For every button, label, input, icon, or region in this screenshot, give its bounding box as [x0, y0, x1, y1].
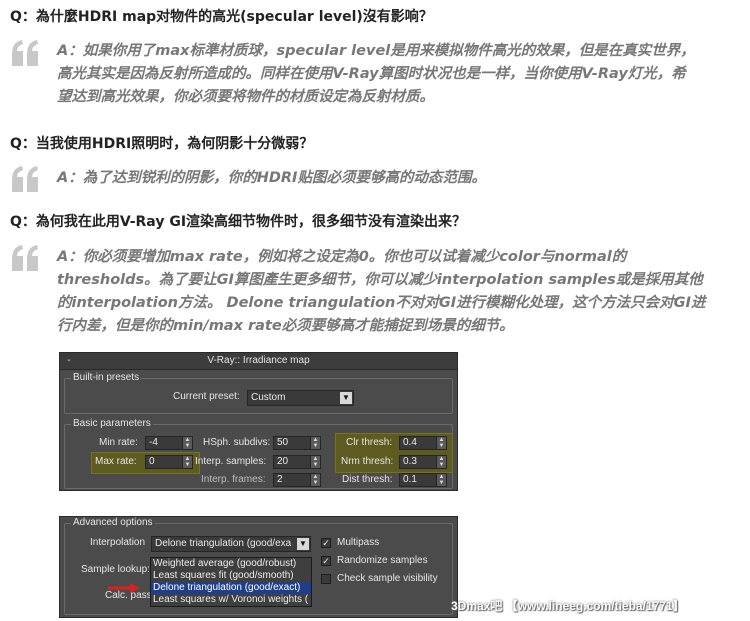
min-rate-spinner[interactable]: -4 ▲ ▼ — [145, 436, 193, 450]
basic-parameters-group: Basic parameters Min rate: -4 ▲ ▼ Max rat… — [64, 418, 453, 489]
hsph-subdivs-value: 50 — [277, 437, 289, 448]
red-arrow-icon — [108, 583, 140, 593]
question-2: Q：当我使用HDRI照明时，為何阴影十分微弱？ — [10, 136, 314, 152]
interpolation-label: Interpolation — [90, 537, 146, 548]
current-preset-label: Current preset: — [173, 391, 240, 402]
question-3: Q：為何我在此用V-Ray GI渲染高细节物件时，很多细节没有渲染出来？ — [10, 214, 467, 230]
interpolation-select[interactable]: Delone triangulation (good/exa ▼ — [151, 536, 311, 552]
dist-thresh-label: Dist thresh: — [342, 474, 393, 485]
check-visibility-label: Check sample visibility — [337, 573, 438, 584]
group-title: Advanced options — [71, 517, 155, 528]
interp-samples-label: Interp. samples: — [195, 456, 267, 467]
spinner-arrows-icon[interactable]: ▲ ▼ — [436, 474, 446, 486]
interp-samples-spinner[interactable]: 20 ▲ ▼ — [273, 455, 321, 469]
spinner-arrows-icon[interactable]: ▲ ▼ — [436, 456, 446, 468]
interpolation-dropdown-list: Weighted average (good/robust) Least squ… — [150, 557, 312, 607]
question-1: Q：為什麼HDRI map对物件的高光(specular level)沒有影响？ — [10, 9, 433, 25]
answer-1: A：如果你用了max标準材质球，specular level是用来模拟物件高光的… — [57, 40, 741, 109]
dropdown-option[interactable]: Weighted average (good/robust) — [151, 558, 311, 570]
hsph-subdivs-spinner[interactable]: 50 ▲ ▼ — [273, 436, 321, 450]
group-title: Basic parameters — [71, 418, 153, 429]
clr-thresh-spinner[interactable]: 0.4 ▲ ▼ — [399, 436, 447, 450]
answer-line: 行内差，但是你的min/max rate必须要够高才能捕捉到场景的细节。 — [57, 318, 514, 334]
interp-frames-spinner[interactable]: 2 ▲ ▼ — [273, 473, 321, 487]
spinner-arrows-icon[interactable]: ▲ ▼ — [182, 456, 192, 468]
check-visibility-checkbox[interactable] — [321, 574, 331, 584]
answer-line: 高光其实是因為反射所造成的。同样在使用V-Ray算图时状况也是一样，当你使用V-… — [57, 66, 686, 82]
dist-thresh-spinner[interactable]: 0.1 ▲ ▼ — [399, 473, 447, 487]
nrm-thresh-label: Nrm thresh: — [341, 456, 394, 467]
dropdown-option[interactable]: Least squares w/ Voronoi weights ( — [151, 594, 311, 606]
randomize-samples-checkbox[interactable]: ✓ — [321, 556, 331, 566]
nrm-thresh-spinner[interactable]: 0.3 ▲ ▼ — [399, 455, 447, 469]
chevron-down-icon[interactable]: ▼ — [297, 538, 309, 550]
group-title: Built-in presets — [71, 372, 142, 383]
spinner-arrows-icon[interactable]: ▲ ▼ — [436, 437, 446, 449]
answer-line: thresholds。為了要让GI算图產生更多细节，你可以减少interpola… — [57, 272, 703, 288]
watermark: 3Dmax吧 【www.lineeg.com/tieba/1771】 — [451, 599, 685, 613]
dropdown-option-selected[interactable]: Delone triangulation (good/exact) — [151, 582, 311, 594]
max-rate-value: 0 — [149, 456, 155, 467]
interp-frames-value: 2 — [277, 474, 283, 485]
clr-thresh-label: Clr thresh: — [346, 437, 393, 448]
answer-line: 望达到高光效果，你必须要将物件的材质设定為反射材质。 — [57, 89, 434, 105]
nrm-thresh-value: 0.3 — [403, 456, 417, 467]
quote-icon — [12, 40, 38, 66]
answer-line: A：你必须要增加max rate，例如将之设定為0。你也可以试着减少color与… — [57, 249, 627, 265]
max-rate-spinner[interactable]: 0 ▲ ▼ — [145, 455, 193, 469]
spinner-arrows-icon[interactable]: ▲ ▼ — [310, 456, 320, 468]
hsph-subdivs-label: HSph. subdivs: — [203, 437, 271, 448]
interp-frames-label: Interp. frames: — [201, 474, 266, 485]
answer-2: A：為了达到锐利的阴影，你的HDRI贴图必须要够高的动态范围。 — [57, 167, 741, 190]
multipass-label: Multipass — [337, 537, 380, 548]
panel-title: V-Ray:: Irradiance map — [207, 355, 310, 366]
min-rate-value: -4 — [149, 437, 158, 448]
interpolation-value: Delone triangulation (good/exa — [155, 538, 292, 549]
clr-thresh-value: 0.4 — [403, 437, 417, 448]
answer-line: 的interpolation方法。 Delone triangulation不对… — [57, 295, 706, 311]
current-preset-value: Custom — [251, 392, 286, 403]
builtin-presets-group: Built-in presets Current preset: Custom … — [64, 372, 453, 414]
quote-icon — [12, 245, 38, 271]
spinner-arrows-icon[interactable]: ▲ ▼ — [310, 474, 320, 486]
spinner-arrows-icon[interactable]: ▲ ▼ — [182, 437, 192, 449]
answer-line: A：為了达到锐利的阴影，你的HDRI贴图必须要够高的动态范围。 — [57, 170, 486, 186]
randomize-samples-label: Randomize samples — [337, 555, 428, 566]
answer-line: A：如果你用了max标準材质球，specular level是用来模拟物件高光的… — [57, 43, 695, 59]
dropdown-option[interactable]: Least squares fit (good/smooth) — [151, 570, 311, 582]
answer-3: A：你必须要增加max rate，例如将之设定為0。你也可以试着减少color与… — [57, 246, 741, 338]
dist-thresh-value: 0.1 — [403, 474, 417, 485]
panel-header[interactable]: - V-Ray:: Irradiance map — [60, 353, 457, 370]
multipass-checkbox[interactable]: ✓ — [321, 538, 331, 548]
advanced-options-panel: Advanced options Interpolation Delone tr… — [59, 516, 458, 618]
quote-icon — [12, 166, 38, 192]
max-rate-label: Max rate: — [95, 456, 137, 467]
irradiance-map-panel: - V-Ray:: Irradiance map Built-in preset… — [59, 352, 458, 491]
collapse-icon[interactable]: - — [64, 353, 74, 369]
spinner-arrows-icon[interactable]: ▲ ▼ — [310, 437, 320, 449]
interp-samples-value: 20 — [277, 456, 289, 467]
chevron-down-icon[interactable]: ▼ — [340, 392, 352, 404]
sample-lookup-label: Sample lookup: — [81, 564, 150, 575]
current-preset-select[interactable]: Custom ▼ — [247, 390, 354, 406]
min-rate-label: Min rate: — [99, 437, 138, 448]
